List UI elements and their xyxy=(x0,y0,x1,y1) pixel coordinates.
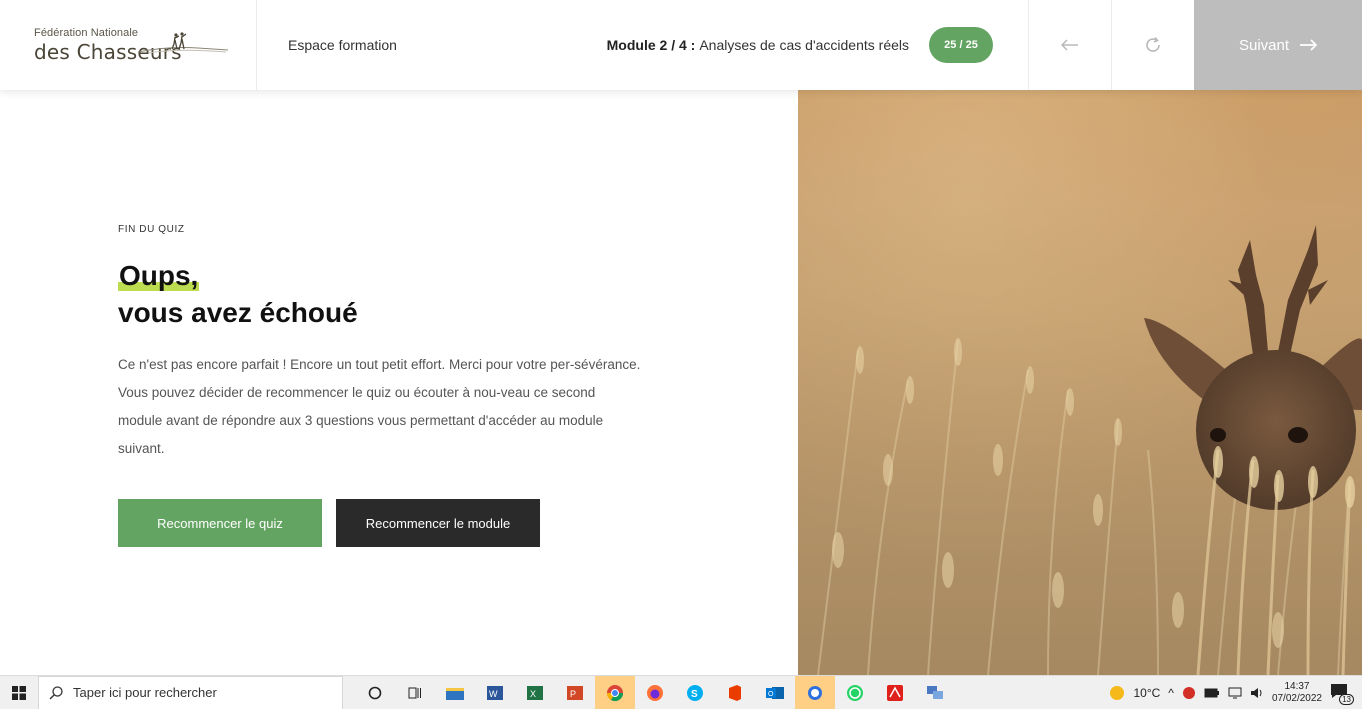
chrome-icon[interactable] xyxy=(595,675,635,709)
notification-center[interactable]: 13 xyxy=(1330,683,1354,705)
acrobat-icon[interactable] xyxy=(875,676,915,709)
module-title: Module 2 / 4 : Analyses de cas d'acciden… xyxy=(517,0,929,90)
roe-deer-photo xyxy=(798,90,1362,675)
eyebrow-label: FIN DU QUIZ xyxy=(118,224,185,235)
refresh-icon xyxy=(1146,36,1160,52)
arrow-right-icon xyxy=(1300,39,1318,51)
taskbar-search-input[interactable] xyxy=(73,685,313,700)
result-headline: Oups, vous avez échoué xyxy=(118,257,658,331)
svg-text:P: P xyxy=(570,689,576,699)
next-label: Suivant xyxy=(1238,36,1290,54)
powerpoint-icon[interactable]: P xyxy=(555,676,595,709)
restart-module-button[interactable]: Recommencer le module xyxy=(336,499,540,547)
hunters-silhouette-icon xyxy=(138,32,228,54)
start-button[interactable] xyxy=(0,676,38,709)
previous-button[interactable] xyxy=(1028,0,1111,90)
taskbar-pinned-apps: W X P S O xyxy=(355,675,955,709)
antivirus-icon[interactable] xyxy=(1182,686,1196,700)
module-number: Module 2 / 4 : xyxy=(606,37,696,53)
clock[interactable]: 14:37 07/02/2022 xyxy=(1272,681,1322,705)
word-icon[interactable]: W xyxy=(475,676,515,709)
top-header: Fédération Nationale des Chasseurs Espac… xyxy=(0,0,1362,90)
whatsapp-icon[interactable] xyxy=(835,676,875,709)
next-button[interactable]: Suivant xyxy=(1194,0,1362,90)
espace-formation-label: Espace formation xyxy=(288,37,397,53)
module-name: Analyses de cas d'accidents réels xyxy=(699,37,909,53)
system-tray: 10°C ^ 14:37 07/02/2022 13 xyxy=(1109,676,1362,709)
file-explorer-icon[interactable] xyxy=(435,676,475,709)
restart-quiz-button[interactable]: Recommencer le quiz xyxy=(118,499,322,547)
quiz-result-panel: FIN DU QUIZ Oups, vous avez échoué Ce n'… xyxy=(118,224,658,463)
weather-sun-icon xyxy=(1110,686,1125,700)
speaker-icon[interactable] xyxy=(1250,686,1264,700)
fnc-logo[interactable]: Fédération Nationale des Chasseurs xyxy=(0,0,257,90)
battery-icon[interactable] xyxy=(1204,687,1220,699)
clock-date: 07/02/2022 xyxy=(1271,693,1322,704)
cortana-icon[interactable] xyxy=(355,676,395,709)
network-app-icon[interactable] xyxy=(915,676,955,709)
arrow-left-icon xyxy=(1061,39,1078,51)
action-buttons: Recommencer le quiz Recommencer le modul… xyxy=(118,499,540,547)
outlook-icon[interactable]: O xyxy=(755,676,795,709)
svg-text:O: O xyxy=(768,691,774,698)
skype-icon[interactable]: S xyxy=(675,676,715,709)
excel-icon[interactable]: X xyxy=(515,676,555,709)
progress-badge: 25 / 25 xyxy=(929,27,993,63)
network-icon[interactable] xyxy=(1228,686,1242,700)
windows-logo-icon xyxy=(12,685,26,700)
office-icon[interactable] xyxy=(715,676,755,709)
search-icon xyxy=(49,685,63,699)
chevron-up-icon[interactable]: ^ xyxy=(1168,686,1174,700)
task-view-icon[interactable] xyxy=(395,676,435,709)
notification-count: 13 xyxy=(1339,694,1354,705)
taskbar-search[interactable] xyxy=(38,675,343,709)
firefox-icon[interactable] xyxy=(635,676,675,709)
svg-text:S: S xyxy=(691,689,698,700)
windows-taskbar: W X P S O xyxy=(0,675,1362,709)
svg-text:W: W xyxy=(489,689,498,699)
headline-highlight: Oups, xyxy=(118,260,200,291)
headline-second-line: vous avez échoué xyxy=(118,297,358,328)
clock-time: 14:37 xyxy=(1284,681,1310,692)
result-description: Ce n'est pas encore parfait ! Encore un … xyxy=(118,357,641,456)
wheat-field-illustration xyxy=(798,90,1362,675)
reload-button[interactable] xyxy=(1111,0,1194,90)
svg-text:X: X xyxy=(530,689,536,699)
espace-formation-link[interactable]: Espace formation xyxy=(257,0,517,90)
temperature: 10°C xyxy=(1133,686,1161,700)
active-app-icon[interactable] xyxy=(795,675,835,709)
